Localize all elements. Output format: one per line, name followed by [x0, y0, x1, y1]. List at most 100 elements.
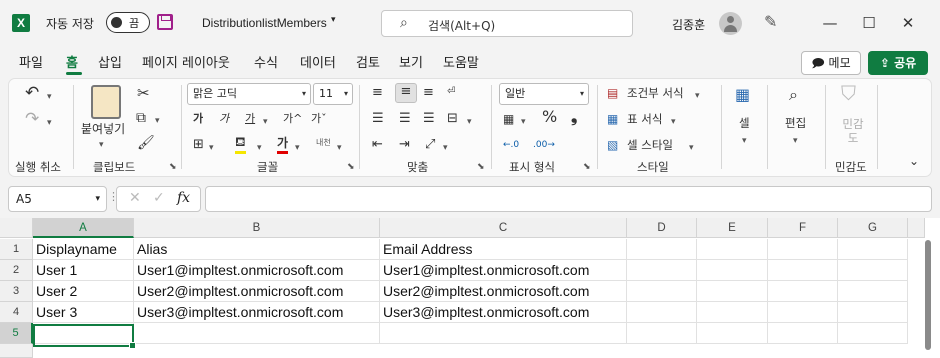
chevron-down-icon[interactable]: ▾: [331, 15, 336, 25]
font-size-select[interactable]: 11 ▾: [313, 83, 353, 105]
cell-styles-label[interactable]: 셀 스타일: [627, 137, 673, 153]
column-header-a[interactable]: A: [33, 218, 134, 238]
increase-font-size-button[interactable]: 가^: [283, 111, 302, 127]
table-cell[interactable]: Email Address: [380, 239, 627, 260]
align-right-icon[interactable]: ☰: [423, 111, 435, 127]
underline-button[interactable]: 가: [245, 111, 255, 127]
share-button[interactable]: ⇪ 공유: [868, 51, 928, 75]
tab-home[interactable]: 홈: [66, 52, 78, 71]
sensitivity-button-label[interactable]: 민감도: [841, 117, 865, 145]
tab-help[interactable]: 도움말: [443, 52, 479, 71]
dialog-launcher-icon[interactable]: ⬊: [477, 162, 485, 172]
chevron-down-icon[interactable]: ▾: [467, 114, 472, 130]
enter-icon[interactable]: ✓: [153, 190, 165, 206]
table-cell[interactable]: [134, 323, 380, 344]
search-icon[interactable]: ⌕: [789, 87, 798, 103]
column-header-d[interactable]: D: [627, 218, 697, 238]
scrollbar-thumb[interactable]: [925, 240, 931, 350]
borders-icon[interactable]: ⊞: [193, 137, 204, 153]
row-header-partial[interactable]: [0, 344, 33, 358]
dialog-launcher-icon[interactable]: ⬊: [583, 162, 591, 172]
table-cell[interactable]: User2@impltest.onmicrosoft.com: [380, 281, 627, 302]
table-cell[interactable]: [627, 302, 697, 323]
number-format-select[interactable]: 일반 ▾: [499, 83, 589, 105]
maximize-button[interactable]: ☐: [854, 10, 884, 36]
chevron-down-icon[interactable]: ▾: [742, 133, 747, 149]
chevron-down-icon[interactable]: ▾: [689, 140, 694, 156]
table-cell[interactable]: [697, 323, 768, 344]
table-cell[interactable]: [768, 239, 838, 260]
table-cell[interactable]: [627, 239, 697, 260]
table-cell[interactable]: Alias: [134, 239, 380, 260]
table-cell[interactable]: [697, 260, 768, 281]
column-header-c[interactable]: C: [380, 218, 627, 238]
format-as-table-icon[interactable]: ▦: [607, 111, 618, 127]
merge-center-icon[interactable]: ⊟: [447, 111, 458, 127]
tab-file[interactable]: 파일: [19, 52, 43, 71]
formula-input[interactable]: [205, 186, 932, 212]
chevron-down-icon[interactable]: ▾: [695, 88, 700, 104]
chevron-down-icon[interactable]: ▾: [99, 137, 104, 153]
search-input[interactable]: ⌕ 검색(Alt+Q): [381, 10, 633, 37]
align-center-icon[interactable]: ☰: [399, 111, 411, 127]
chevron-down-icon[interactable]: ▾: [47, 89, 52, 105]
chevron-down-icon[interactable]: ▾: [793, 133, 798, 149]
editing-button-label[interactable]: 편집: [785, 115, 806, 131]
fill-color-icon[interactable]: ⛾: [235, 135, 246, 154]
align-bottom-icon[interactable]: ≡: [423, 85, 434, 101]
align-top-icon[interactable]: ≡: [372, 85, 383, 101]
decrease-indent-icon[interactable]: ⇤: [372, 137, 383, 153]
tab-formulas[interactable]: 수식: [254, 52, 278, 71]
conditional-formatting-icon[interactable]: ▤: [607, 85, 618, 101]
table-cell[interactable]: User 2: [33, 281, 134, 302]
table-cell[interactable]: User1@impltest.onmicrosoft.com: [134, 260, 380, 281]
orientation-icon[interactable]: ⤢: [425, 137, 435, 153]
table-cell[interactable]: User 3: [33, 302, 134, 323]
table-cell[interactable]: [627, 281, 697, 302]
table-cell[interactable]: [838, 281, 908, 302]
cell-styles-icon[interactable]: ▧: [607, 137, 618, 153]
cut-icon[interactable]: ✂: [137, 85, 150, 101]
chevron-down-icon[interactable]: ▾: [443, 140, 448, 156]
table-cell[interactable]: Displayname: [33, 239, 134, 260]
vertical-scrollbar[interactable]: [925, 238, 933, 358]
tab-page-layout[interactable]: 페이지 레이아웃: [142, 52, 230, 71]
table-cell[interactable]: User3@impltest.onmicrosoft.com: [134, 302, 380, 323]
copy-icon[interactable]: ⧉: [136, 110, 146, 126]
document-title[interactable]: DistributionlistMembers: [202, 16, 327, 30]
minimize-button[interactable]: —: [815, 10, 845, 36]
align-middle-icon[interactable]: ≡: [395, 83, 417, 103]
designer-pen-icon[interactable]: ✎: [764, 12, 777, 31]
font-color-button[interactable]: 가: [277, 135, 289, 154]
chevron-down-icon[interactable]: ▾: [257, 140, 262, 156]
column-header-b[interactable]: B: [134, 218, 380, 238]
table-cell[interactable]: [838, 239, 908, 260]
undo-icon[interactable]: ↶: [25, 85, 39, 102]
autosave-toggle[interactable]: 끔: [106, 12, 150, 33]
row-header[interactable]: 2: [0, 260, 33, 281]
italic-button[interactable]: 가: [219, 111, 229, 127]
chevron-down-icon[interactable]: ▾: [47, 115, 52, 131]
chevron-down-icon[interactable]: ▾: [521, 114, 526, 130]
row-header[interactable]: 3: [0, 281, 33, 302]
column-header-e[interactable]: E: [697, 218, 768, 238]
increase-decimal-icon[interactable]: ←.0: [503, 137, 519, 153]
tab-data[interactable]: 데이터: [300, 52, 336, 71]
align-left-icon[interactable]: ☰: [372, 111, 384, 127]
conditional-formatting-label[interactable]: 조건부 서식: [627, 85, 684, 101]
tab-view[interactable]: 보기: [399, 52, 423, 71]
accounting-format-icon[interactable]: ▦: [503, 111, 514, 127]
table-cell[interactable]: User3@impltest.onmicrosoft.com: [380, 302, 627, 323]
table-cell[interactable]: [768, 281, 838, 302]
table-cell[interactable]: User1@impltest.onmicrosoft.com: [380, 260, 627, 281]
chevron-down-icon[interactable]: ▾: [209, 140, 214, 156]
row-header[interactable]: 4: [0, 302, 33, 323]
chevron-down-icon[interactable]: ▾: [337, 140, 342, 156]
font-name-select[interactable]: 맑은 고딕 ▾: [187, 83, 311, 105]
dialog-launcher-icon[interactable]: ⬊: [169, 162, 177, 172]
name-box[interactable]: A5 ▾: [8, 186, 107, 212]
dialog-launcher-icon[interactable]: ⬊: [347, 162, 355, 172]
table-cell[interactable]: User 1: [33, 260, 134, 281]
table-cell[interactable]: [838, 302, 908, 323]
chevron-down-icon[interactable]: ▾: [671, 114, 676, 130]
